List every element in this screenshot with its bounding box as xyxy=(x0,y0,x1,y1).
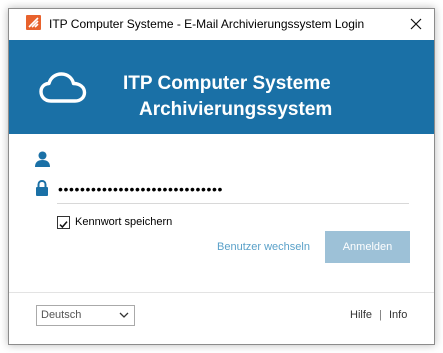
close-icon xyxy=(410,18,422,30)
close-button[interactable] xyxy=(398,9,434,39)
itp-app-icon xyxy=(26,15,41,30)
username-input[interactable] xyxy=(57,149,409,171)
login-window: ITP Computer Systeme - E-Mail Archivieru… xyxy=(8,8,435,345)
password-field[interactable]: •••••••••••••••••••••••••••••• xyxy=(58,179,398,199)
banner-title-line2: Archivierungssystem xyxy=(139,99,333,120)
chevron-down-icon xyxy=(119,312,129,318)
header-banner: ITP Computer Systeme Archivierungssystem xyxy=(9,40,434,134)
user-icon xyxy=(35,151,50,167)
lock-icon xyxy=(36,180,48,196)
checkmark-icon xyxy=(59,221,68,229)
language-select-value: Deutsch xyxy=(41,309,82,321)
window-title: ITP Computer Systeme - E-Mail Archivieru… xyxy=(49,17,365,31)
login-button[interactable]: Anmelden xyxy=(325,231,410,263)
language-select[interactable]: Deutsch xyxy=(36,305,135,326)
remember-password-label: Kennwort speichern xyxy=(75,216,173,228)
info-link[interactable]: Info xyxy=(389,309,407,321)
title-bar: ITP Computer Systeme - E-Mail Archivieru… xyxy=(9,9,434,39)
banner-title-line1: ITP Computer Systeme xyxy=(123,73,331,94)
footer-divider xyxy=(9,292,434,293)
footer-separator: | xyxy=(379,309,382,321)
remember-password-checkbox[interactable] xyxy=(57,216,70,229)
help-link[interactable]: Hilfe xyxy=(350,309,372,321)
cloud-icon xyxy=(39,72,87,103)
password-underline xyxy=(57,203,409,204)
switch-user-link[interactable]: Benutzer wechseln xyxy=(217,241,310,253)
